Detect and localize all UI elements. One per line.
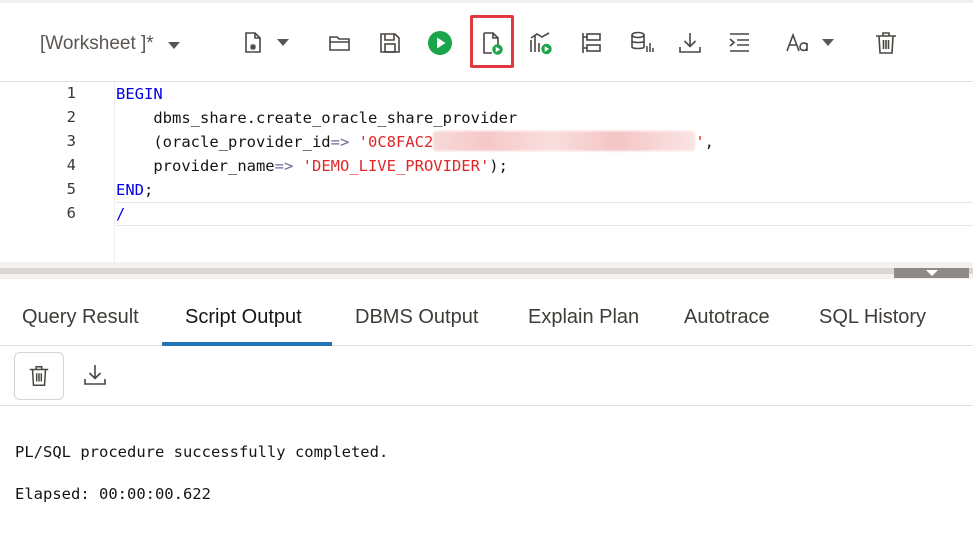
output-line: Elapsed: 00:00:00.622	[15, 485, 211, 503]
splitter-bar	[0, 268, 973, 274]
string-literal-end: '	[695, 133, 705, 151]
open-button[interactable]	[323, 26, 357, 60]
clear-output-button[interactable]	[14, 352, 64, 400]
line-number: 6	[66, 204, 76, 222]
tab-dbms-output[interactable]: DBMS Output	[355, 306, 478, 346]
tab-query-result[interactable]: Query Result	[22, 306, 139, 346]
run-statement-button[interactable]	[423, 26, 457, 60]
redacted-value	[433, 131, 696, 151]
splitter-collapse-handle[interactable]	[894, 268, 969, 278]
autotrace-icon	[582, 33, 601, 53]
code-text: dbms_share.create_oracle_share_provider	[116, 109, 518, 127]
database-icon	[631, 31, 654, 52]
autotrace-button[interactable]	[574, 26, 608, 60]
operator: =>	[274, 157, 294, 175]
line-number: 2	[66, 108, 76, 126]
keyword: /	[116, 205, 126, 223]
new-file-icon	[245, 32, 261, 53]
highlight-frame	[470, 15, 514, 68]
output-toolbar	[0, 347, 973, 406]
sql-editor[interactable]: 1 2 3 4 5 6 BEGIN dbms_share.create_orac…	[0, 82, 973, 262]
font-size-dropdown-icon[interactable]	[822, 39, 834, 46]
tab-script-output[interactable]: Script Output	[185, 306, 302, 346]
active-line-highlight	[116, 202, 973, 226]
active-tab-indicator	[162, 342, 332, 346]
output-line: PL/SQL procedure successfully completed.	[15, 443, 389, 461]
code-text: (oracle_provider_id	[116, 133, 331, 151]
tab-autotrace[interactable]: Autotrace	[684, 306, 770, 346]
worksheet-selector[interactable]: [Worksheet ]*	[40, 31, 180, 57]
string-literal: '0C8FAC2	[358, 133, 434, 151]
line-number: 5	[66, 180, 76, 198]
save-icon	[380, 33, 400, 53]
code-text: ;	[144, 181, 154, 199]
download-output-button[interactable]	[77, 357, 113, 393]
code-line-3: (oracle_provider_id=> '0C8FAC2 ',	[116, 130, 714, 154]
output-tabs: Query Result Script Output DBMS Output E…	[0, 290, 973, 346]
format-icon	[729, 33, 749, 52]
tab-sql-history[interactable]: SQL History	[819, 306, 926, 346]
save-button[interactable]	[373, 26, 407, 60]
line-number: 3	[66, 132, 76, 150]
trash-icon	[29, 366, 49, 386]
line-number-gutter: 1 2 3 4 5 6	[0, 82, 115, 262]
operator: =>	[330, 133, 350, 151]
clear-button[interactable]	[869, 26, 903, 60]
code-line-6: /	[116, 202, 125, 226]
line-number: 4	[66, 156, 76, 174]
code-line-4: provider_name=> 'DEMO_LIVE_PROVIDER');	[116, 154, 508, 178]
code-line-2: dbms_share.create_oracle_share_provider	[116, 106, 517, 130]
font-icon	[786, 32, 808, 52]
worksheet-selector-label: [Worksheet ]*	[40, 33, 154, 54]
code-line-5: END;	[116, 178, 153, 202]
chevron-down-icon	[167, 41, 180, 49]
font-size-button[interactable]	[781, 26, 815, 60]
code-text: provider_name	[116, 157, 275, 175]
download-icon	[84, 365, 106, 385]
tab-explain-plan[interactable]: Explain Plan	[528, 306, 639, 346]
format-button[interactable]	[722, 26, 756, 60]
line-number: 1	[66, 84, 76, 102]
database-button[interactable]	[624, 26, 658, 60]
code-text: );	[489, 157, 508, 175]
code-line-1: BEGIN	[116, 82, 163, 106]
new-worksheet-dropdown-icon[interactable]	[277, 39, 289, 46]
new-worksheet-button[interactable]	[236, 26, 270, 60]
pane-splitter[interactable]	[0, 262, 973, 279]
download-icon	[679, 33, 701, 53]
trash-icon	[876, 32, 896, 54]
open-folder-icon	[329, 36, 350, 51]
run-statement-icon	[428, 31, 452, 55]
download-button[interactable]	[673, 26, 707, 60]
explain-plan-button[interactable]	[524, 26, 558, 60]
keyword: END	[116, 181, 144, 199]
keyword: BEGIN	[116, 85, 163, 103]
collapse-down-icon	[925, 270, 938, 276]
explain-plan-icon	[530, 32, 552, 55]
worksheet-toolbar: [Worksheet ]*	[0, 0, 973, 82]
code-text: ,	[704, 133, 714, 151]
string-literal: 'DEMO_LIVE_PROVIDER'	[302, 157, 490, 175]
top-border	[0, 0, 973, 3]
